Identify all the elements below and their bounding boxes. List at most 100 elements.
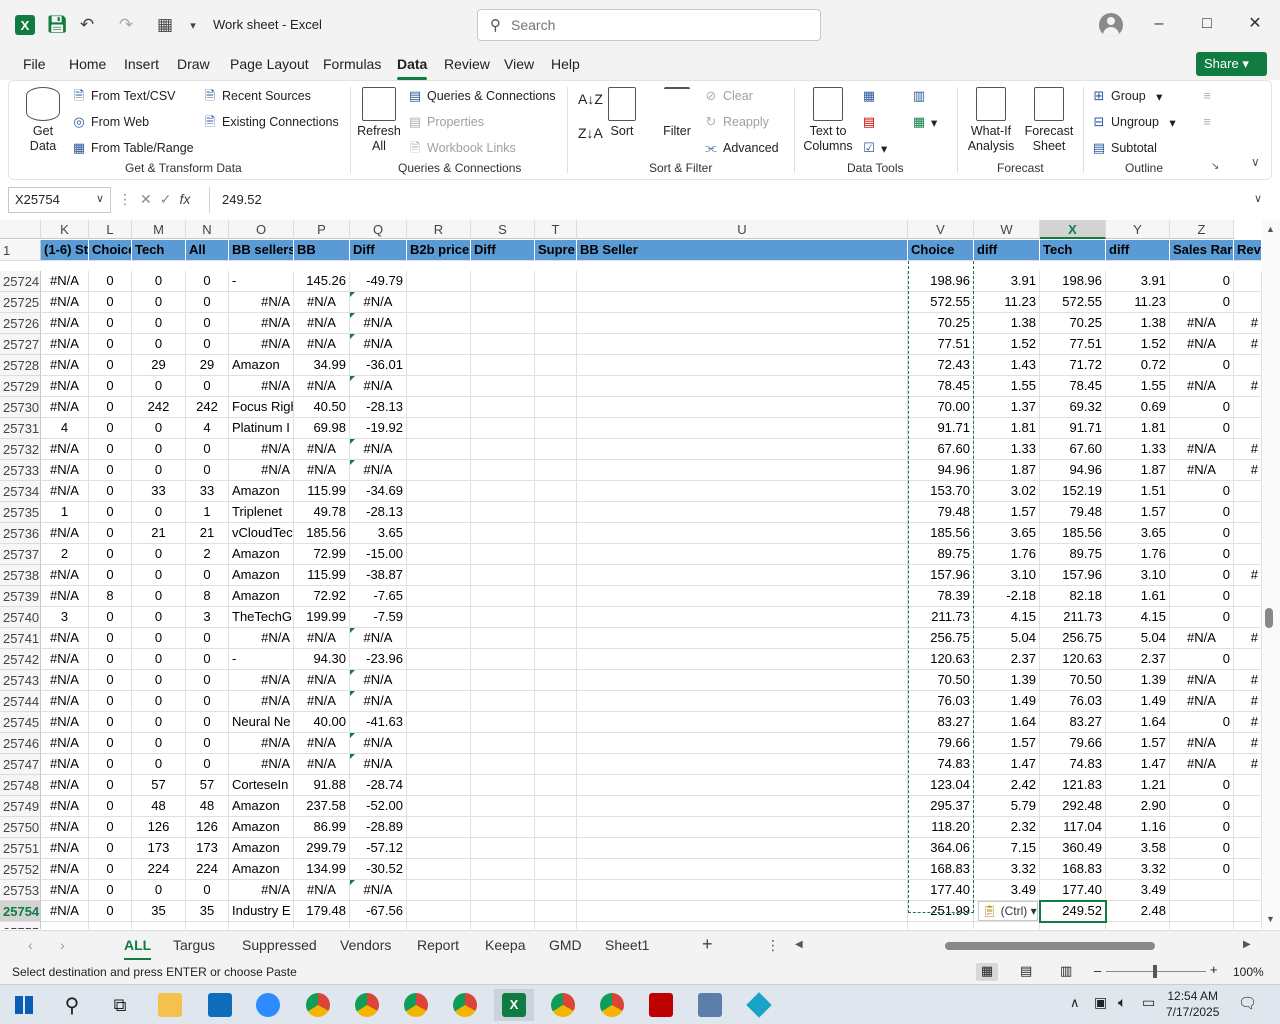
table-cell[interactable] (577, 292, 908, 313)
table-cell[interactable]: 0 (89, 418, 132, 439)
table-cell[interactable] (407, 586, 471, 607)
table-cell[interactable]: 177.40 (1040, 880, 1106, 901)
table-cell[interactable]: Platinum I (229, 418, 294, 439)
table-cell[interactable] (471, 670, 535, 691)
table-cell[interactable]: #N/A (1170, 670, 1234, 691)
row-header[interactable]: 25740 (0, 607, 41, 628)
row-header[interactable]: 25731 (0, 418, 41, 439)
table-cell[interactable] (407, 775, 471, 796)
scroll-right-icon[interactable]: ▶ (1243, 939, 1251, 950)
table-cell[interactable] (407, 565, 471, 586)
row-header[interactable]: 25726 (0, 313, 41, 334)
table-cell[interactable]: 0 (89, 670, 132, 691)
avatar[interactable] (1099, 13, 1123, 37)
outline-dialog-launcher-icon[interactable]: ↘ (1211, 161, 1219, 172)
sheet-tab-report[interactable]: Report (417, 937, 459, 953)
table-cell[interactable]: 0 (132, 544, 186, 565)
table-cell[interactable]: Amazon (229, 565, 294, 586)
properties-button[interactable]: ▤ Properties (407, 114, 484, 130)
table-cell[interactable]: 0 (132, 418, 186, 439)
table-cell[interactable] (974, 922, 1040, 929)
table-cell[interactable]: 3.65 (350, 523, 407, 544)
table-cell[interactable] (577, 481, 908, 502)
table-cell[interactable] (407, 754, 471, 775)
from-web-button[interactable]: ◎ From Web (71, 114, 149, 130)
table-cell[interactable]: 0 (186, 691, 229, 712)
table-cell[interactable]: 69.32 (1040, 397, 1106, 418)
table-cell[interactable]: 3.49 (974, 880, 1040, 901)
table-cell[interactable]: 0 (132, 754, 186, 775)
table-cell[interactable]: 0 (89, 397, 132, 418)
table-cell[interactable]: # (1234, 670, 1262, 691)
tab-home[interactable]: Home (69, 56, 106, 72)
table-cell[interactable] (535, 922, 577, 929)
row-header[interactable]: 25753 (0, 880, 41, 901)
table-cell[interactable]: #N/A (41, 292, 89, 313)
sort-button[interactable]: Sort (607, 87, 637, 139)
table-cell[interactable]: #N/A (294, 292, 350, 313)
table-cell[interactable]: #N/A (1170, 733, 1234, 754)
table-cell[interactable]: 3.10 (1106, 565, 1170, 586)
table-cell[interactable]: 1.49 (1106, 691, 1170, 712)
table-cell[interactable] (577, 691, 908, 712)
table-cell[interactable]: 3.58 (1106, 838, 1170, 859)
expand-formula-bar-icon[interactable]: ∨ (1254, 192, 1262, 205)
table-cell[interactable]: - (229, 271, 294, 292)
worksheet-grid[interactable]: K L M N O P Q R S T U V W X Y Z 1 (1-6) St Choice Tech All BB… (0, 220, 1262, 929)
outlook-icon[interactable] (200, 989, 240, 1021)
table-cell[interactable]: 0 (186, 313, 229, 334)
table-cell[interactable]: 1.52 (974, 334, 1040, 355)
row-header[interactable]: 25728 (0, 355, 41, 376)
table-cell[interactable]: 0 (132, 271, 186, 292)
table-cell[interactable]: 2 (186, 544, 229, 565)
table-cell[interactable] (577, 754, 908, 775)
table-cell[interactable]: # (1234, 565, 1262, 586)
table-cell[interactable] (1234, 523, 1262, 544)
table-cell[interactable]: 237.58 (294, 796, 350, 817)
table-cell[interactable]: #N/A (41, 355, 89, 376)
row-header[interactable]: 25737 (0, 544, 41, 565)
table-cell[interactable]: #N/A (229, 439, 294, 460)
table-cell[interactable] (535, 502, 577, 523)
table-cell[interactable]: 1.57 (974, 733, 1040, 754)
table-cell[interactable]: #N/A (229, 460, 294, 481)
from-text-csv-button[interactable]: 🗎︎ From Text/CSV (71, 88, 176, 104)
table-cell[interactable]: 1.55 (1106, 376, 1170, 397)
table-cell[interactable] (535, 607, 577, 628)
table-cell[interactable]: 0 (89, 439, 132, 460)
horizontal-scrollbar[interactable]: ◀ ▶ (795, 939, 1255, 953)
table-cell[interactable]: -41.63 (350, 712, 407, 733)
tab-file[interactable]: File (23, 56, 46, 72)
table-cell[interactable] (407, 271, 471, 292)
table-cell[interactable]: 57 (132, 775, 186, 796)
group-button[interactable]: ⊞ Group ▾ (1091, 88, 1163, 104)
table-cell[interactable]: -7.59 (350, 607, 407, 628)
table-cell[interactable] (407, 313, 471, 334)
table-cell[interactable] (471, 859, 535, 880)
table-cell[interactable] (1234, 292, 1262, 313)
chrome-icon[interactable] (445, 989, 485, 1021)
table-cell[interactable]: 185.56 (1040, 523, 1106, 544)
table-cell[interactable]: 0.72 (1106, 355, 1170, 376)
table-cell[interactable]: 173 (132, 838, 186, 859)
table-cell[interactable]: 0 (89, 838, 132, 859)
table-cell[interactable]: #N/A (1170, 313, 1234, 334)
table-cell[interactable] (186, 922, 229, 929)
table-cell[interactable]: 0.69 (1106, 397, 1170, 418)
table-cell[interactable]: 0 (1170, 565, 1234, 586)
table-cell[interactable] (535, 838, 577, 859)
table-cell[interactable] (1234, 544, 1262, 565)
table-cell[interactable]: Industry E (229, 901, 294, 922)
table-cell[interactable]: #N/A (294, 733, 350, 754)
table-cell[interactable]: 3.91 (974, 271, 1040, 292)
table-cell[interactable] (407, 796, 471, 817)
table-cell[interactable] (577, 565, 908, 586)
row-header[interactable]: 25750 (0, 817, 41, 838)
cancel-icon[interactable]: ✕ (140, 191, 160, 207)
table-cell[interactable]: 0 (89, 334, 132, 355)
table-cell[interactable]: 0 (132, 670, 186, 691)
tab-help[interactable]: Help (551, 56, 580, 72)
table-cell[interactable] (535, 670, 577, 691)
table-cell[interactable]: #N/A (350, 733, 407, 754)
table-cell[interactable]: # (1234, 460, 1262, 481)
